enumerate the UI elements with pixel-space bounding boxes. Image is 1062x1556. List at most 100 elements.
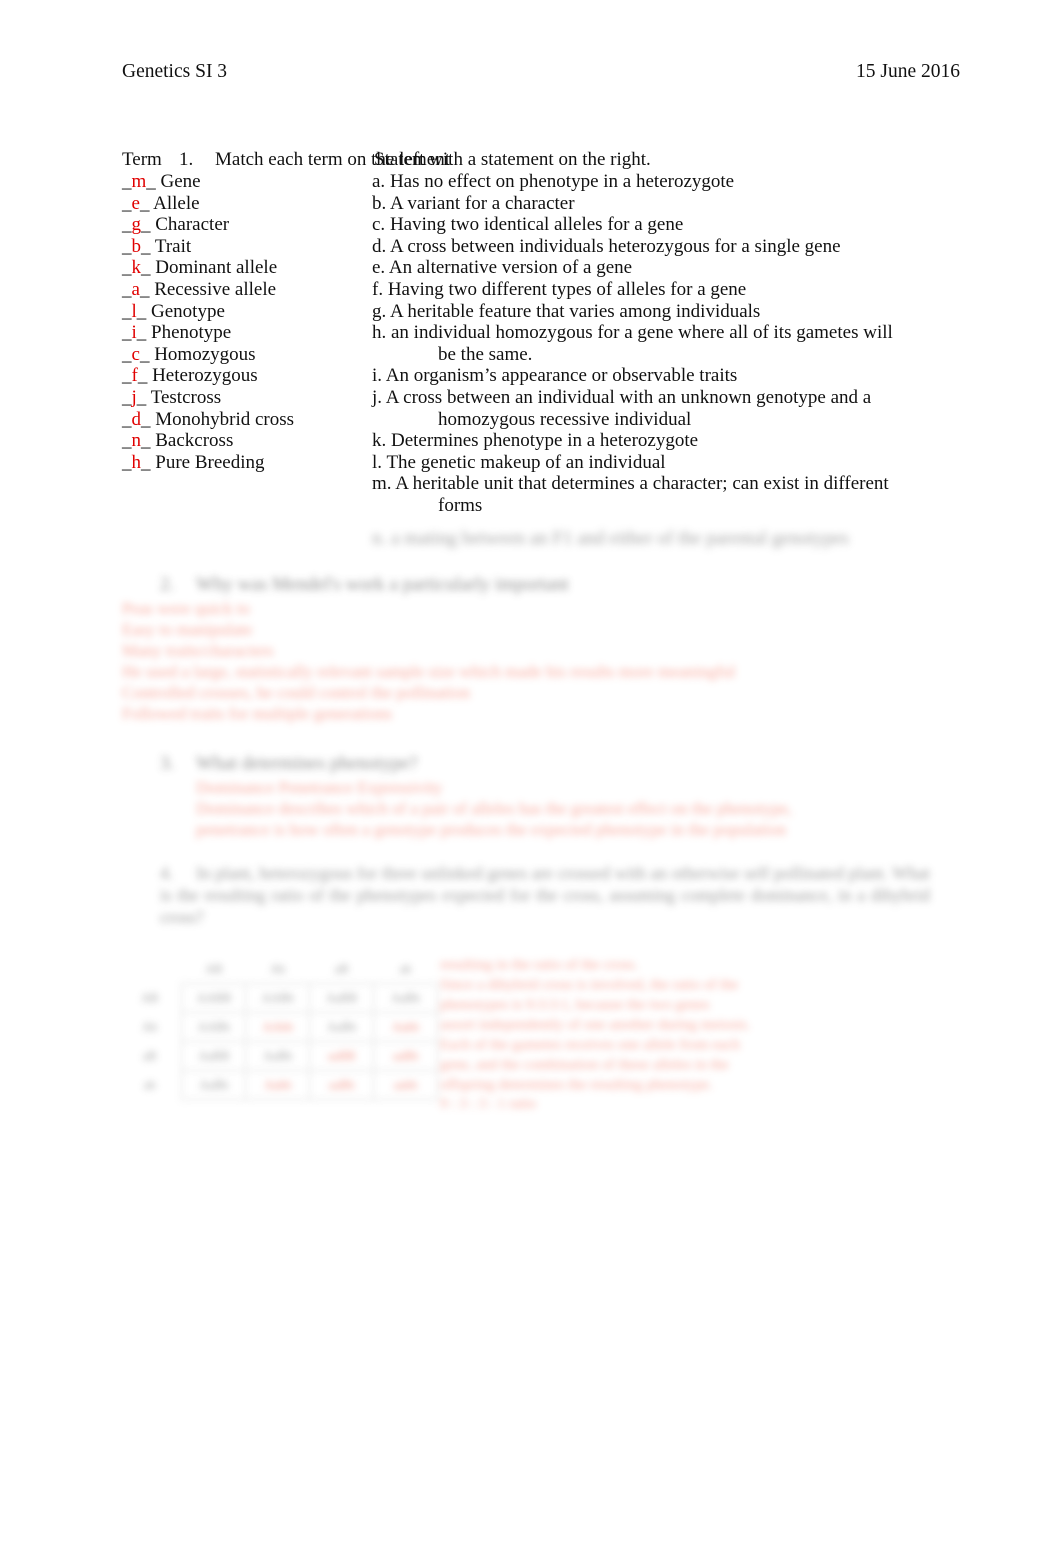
term-label: Pure Breeding bbox=[155, 451, 265, 473]
statement-letter: k. bbox=[372, 430, 387, 452]
statement-row: a. Has no effect on phenotype in a heter… bbox=[372, 171, 952, 193]
term-answer-letter: d bbox=[131, 408, 142, 430]
punnett-column-header: Ab bbox=[270, 961, 286, 976]
punnett-column-header: AB bbox=[205, 961, 223, 976]
side-note-line-obscured: Each of the gametes receives one allele … bbox=[440, 1037, 740, 1053]
question-2-text: Why was Mendel's work a particularly imp… bbox=[196, 574, 569, 595]
term-label: Gene bbox=[160, 171, 201, 192]
term-label: Testcross bbox=[150, 386, 222, 408]
term-label: Phenotype bbox=[151, 322, 232, 344]
term-blank-close: _ bbox=[141, 451, 156, 473]
statement-text: an individual homozygous for a gene wher… bbox=[386, 322, 893, 344]
term-blank-open: _ bbox=[122, 171, 132, 192]
statement-row: i. An organism’s appearance or observabl… bbox=[372, 365, 952, 387]
punnett-cell: AAbb bbox=[245, 1012, 311, 1042]
term-blank-close: _ bbox=[136, 386, 151, 408]
punnett-cell: aaBB bbox=[309, 1041, 375, 1071]
answer-line-obscured: Dominance Penetrance Expressivity bbox=[196, 778, 443, 797]
punnett-cell: AABb bbox=[245, 983, 311, 1013]
punnett-cell: AaBB bbox=[309, 983, 375, 1013]
punnett-cell: AABb bbox=[181, 1012, 247, 1042]
statement-letter: e. bbox=[372, 257, 386, 279]
punnett-column-header: aB bbox=[334, 961, 349, 976]
term-blank-open: _ bbox=[122, 278, 132, 300]
side-note-line-obscured: assort independently of one another duri… bbox=[440, 1017, 751, 1033]
statement-column-header: Statement bbox=[374, 149, 450, 170]
statement-letter: a. bbox=[372, 171, 386, 192]
question-3-answer-obscured: Dominance Penetrance Expressivity Dominan… bbox=[196, 777, 896, 840]
document-page: Genetics SI 3 15 June 2016 1. Match each … bbox=[0, 0, 1062, 1556]
answer-line-obscured: Easy to manipulate bbox=[122, 620, 253, 639]
side-note-line-obscured: resulting in the ratio of the cross. bbox=[440, 957, 638, 973]
term-label: Homozygous bbox=[154, 343, 256, 365]
term-blank-close: _ bbox=[137, 365, 153, 387]
term-blank-close: _ bbox=[139, 343, 155, 365]
punnett-row-header: ab bbox=[143, 1077, 156, 1092]
term-blank-close: _ bbox=[136, 322, 152, 344]
term-answer-letter: a bbox=[131, 278, 140, 300]
statement-n-obscured: n. a mating between an F1 and either of … bbox=[372, 528, 849, 549]
term-row: _b_ Trait bbox=[122, 236, 377, 258]
statement-row: l. The genetic makeup of an individual bbox=[372, 452, 952, 474]
question-2-answer-obscured: Peas were quick to Easy to manipulate Many… bbox=[122, 598, 902, 724]
term-answer-letter: c bbox=[131, 343, 140, 365]
statement-continuation: forms bbox=[438, 494, 483, 516]
term-blank-close: _ bbox=[139, 278, 155, 300]
term-row: _e_ Allele bbox=[122, 193, 377, 215]
table-side-note-obscured: resulting in the ratio of the cross. Sinc… bbox=[440, 955, 910, 1095]
punnett-head: AB Ab aB ab bbox=[118, 955, 438, 984]
statement-text: Determines phenotype in a heterozygote bbox=[386, 430, 699, 452]
statement-row: h. an individual homozygous for a gene w… bbox=[372, 322, 952, 365]
term-label: Heterozygous bbox=[152, 365, 258, 387]
punnett-cell: AaBb bbox=[309, 1012, 375, 1042]
side-note-line-obscured: Since a dihybrid cross is involved, the … bbox=[440, 977, 739, 993]
answer-line-obscured: penetrance is how often a genotype produ… bbox=[196, 820, 787, 839]
statement-text: Having two identical alleles for a gene bbox=[385, 214, 684, 236]
statement-letter: b. bbox=[372, 192, 387, 214]
punnett-row-header: aB bbox=[142, 1048, 157, 1063]
statement-text: Having two different types of alleles fo… bbox=[383, 278, 747, 300]
term-row: _i_ Phenotype bbox=[122, 322, 377, 344]
term-label: Backcross bbox=[155, 430, 234, 452]
punnett-cell: AaBb bbox=[373, 983, 438, 1013]
punnett-row-header: AB bbox=[141, 990, 159, 1005]
question-4-text: In plant, heterozygous for three unlinke… bbox=[160, 863, 930, 927]
term-blank-open: _ bbox=[122, 214, 132, 236]
term-row: _l_ Genotype bbox=[122, 301, 377, 323]
term-blank-close: _ bbox=[139, 192, 154, 214]
term-blank-open: _ bbox=[122, 235, 132, 257]
term-answer-letter: m bbox=[131, 171, 147, 192]
question-2-number: 2. bbox=[160, 574, 175, 595]
page-header: Genetics SI 3 15 June 2016 bbox=[122, 60, 960, 84]
question-2-prompt-obscured: 2. Why was Mendel's work a particularly i… bbox=[160, 573, 860, 596]
term-answer-letter: g bbox=[131, 214, 142, 236]
punnett-cell: aaBb bbox=[309, 1070, 375, 1100]
term-row: _m_ Gene bbox=[122, 171, 377, 193]
term-answer-letter: k bbox=[131, 257, 142, 279]
term-column-header: Term bbox=[122, 149, 162, 170]
term-blank-close: _ bbox=[146, 171, 161, 192]
statement-row: m. A heritable unit that determines a ch… bbox=[372, 473, 952, 516]
term-blank-open: _ bbox=[122, 430, 132, 452]
term-row: _n_ Backcross bbox=[122, 430, 377, 452]
statement-text: A heritable unit that determines a chara… bbox=[391, 473, 889, 495]
punnett-row-header: Ab bbox=[142, 1019, 158, 1034]
statement-letter: f. bbox=[372, 278, 384, 300]
term-blank-close: _ bbox=[141, 257, 156, 279]
statement-letter: g. bbox=[372, 300, 387, 322]
question-4-prompt-obscured: 4. In plant, heterozygous for three unlin… bbox=[160, 862, 930, 928]
term-blank-close: _ bbox=[141, 214, 156, 236]
statement-letter: h. bbox=[372, 322, 387, 344]
term-label: Allele bbox=[153, 192, 200, 214]
term-label: Trait bbox=[154, 235, 192, 257]
term-blank-open: _ bbox=[122, 451, 132, 473]
statement-text: An organism’s appearance or observable t… bbox=[382, 365, 738, 387]
term-label: Monohybrid cross bbox=[155, 408, 295, 430]
term-row: _d_ Monohybrid cross bbox=[122, 409, 377, 431]
punnett-cell: AaBb bbox=[181, 1070, 247, 1100]
statement-letter: j. bbox=[372, 386, 383, 408]
document-date: 15 June 2016 bbox=[856, 61, 960, 82]
punnett-cell: Aabb bbox=[245, 1070, 311, 1100]
punnett-square-obscured: AB Ab aB ab AB AABB AABb AaBB AaBb Ab AABb AAbb AaB… bbox=[118, 955, 438, 1100]
term-blank-open: _ bbox=[122, 386, 132, 408]
